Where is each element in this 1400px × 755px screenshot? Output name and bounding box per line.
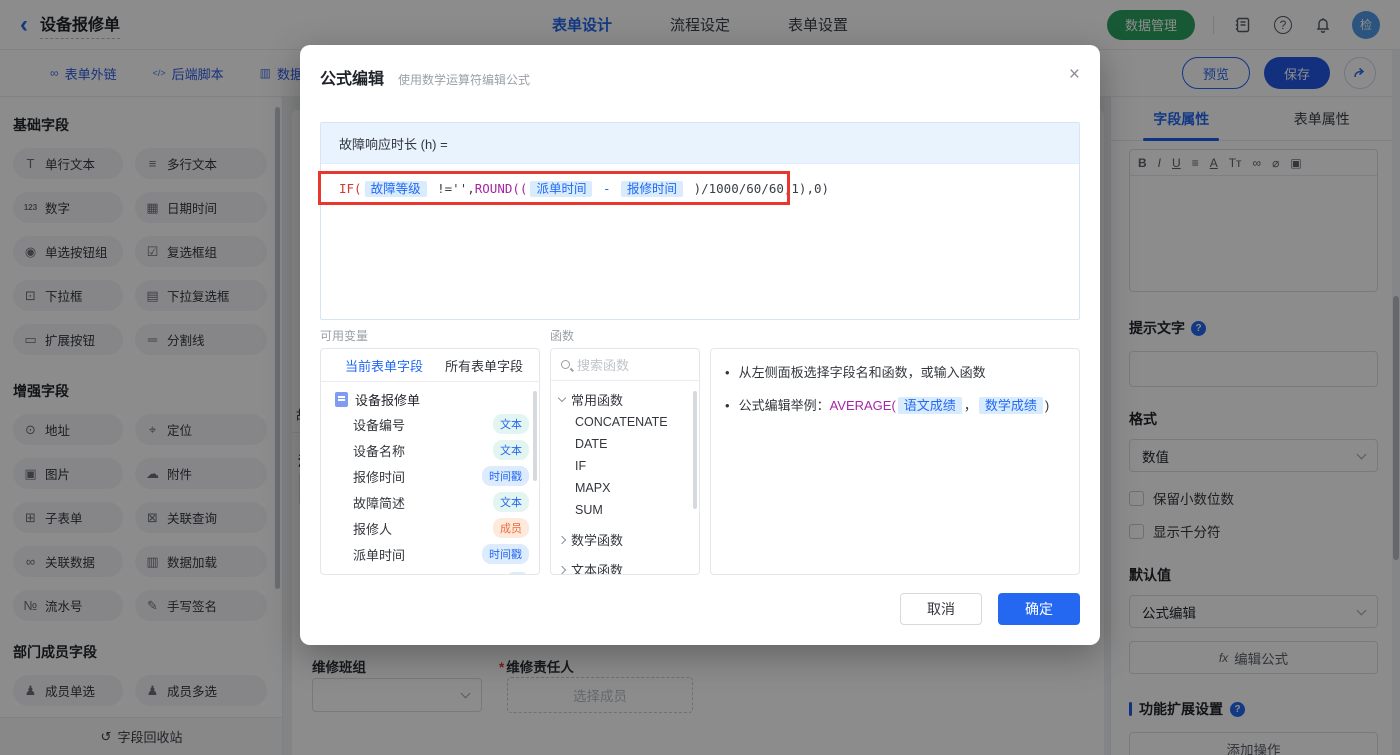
function-group-text[interactable]: 文本函数: [551, 551, 699, 574]
modal-title: 公式编辑: [320, 71, 385, 88]
function-group-common[interactable]: 常用函数: [551, 381, 699, 411]
formula-box: 故障响应时长 (h) = IF(故障等级 !='',ROUND((派单时间 - …: [320, 122, 1080, 320]
field-chip-fault-level: 故障等级: [364, 181, 427, 197]
functions-label: 函数: [550, 329, 575, 343]
variables-panel: 当前表单字段 所有表单字段 设备报修单 设备编号 文本 设备名称 文本 报修时间 时间…: [320, 348, 540, 575]
type-badge: [505, 572, 529, 574]
formula-text: !='',: [429, 181, 475, 196]
function-item[interactable]: MAPX: [551, 477, 699, 499]
form-doc-icon: [335, 392, 348, 407]
search-icon: [561, 360, 570, 369]
function-item[interactable]: DATE: [551, 433, 699, 455]
round-keyword: ROUND((: [474, 181, 528, 196]
modal-footer: 取消 确定: [900, 593, 1080, 625]
search-placeholder: 搜索函数: [577, 358, 630, 373]
type-badge: 时间戳: [482, 544, 529, 564]
help-panel: • 从左侧面板选择字段名和函数，或输入函数 • 公式编辑举例：AVERAGE(语…: [710, 348, 1080, 575]
type-badge: 文本: [493, 492, 529, 512]
function-search[interactable]: 搜索函数: [551, 349, 699, 381]
variables-tree-root[interactable]: 设备报修单: [321, 382, 539, 411]
function-group-math[interactable]: 数学函数: [551, 521, 699, 551]
field-chip-report-time: 报修时间: [621, 181, 684, 197]
variable-row[interactable]: 报修时间 时间戳: [321, 463, 539, 489]
cancel-button[interactable]: 取消: [900, 593, 982, 625]
functions-scrollbar[interactable]: [693, 391, 697, 509]
tab-current-form-fields[interactable]: 当前表单字段: [345, 356, 423, 375]
confirm-button[interactable]: 确定: [998, 593, 1080, 625]
type-badge: 文本: [493, 440, 529, 460]
variables-tabs: 当前表单字段 所有表单字段: [321, 349, 539, 382]
help-tip-2: • 公式编辑举例：AVERAGE(语文成绩，数学成绩): [725, 397, 1050, 414]
help-tip-1: • 从左侧面板选择字段名和函数，或输入函数: [725, 365, 986, 380]
minus-operator: -: [595, 181, 619, 196]
function-item[interactable]: SUM: [551, 499, 699, 521]
formula-editor-modal: 公式编辑 使用数学运算符编辑公式 × 故障响应时长 (h) = IF(故障等级 …: [300, 45, 1100, 645]
variable-row[interactable]: 故障简述 文本: [321, 489, 539, 515]
type-badge: 时间戳: [482, 466, 529, 486]
function-item[interactable]: IF: [551, 455, 699, 477]
variable-row[interactable]: 报修人 成员: [321, 515, 539, 541]
variables-label: 可用变量: [320, 329, 369, 343]
example-field-chip: 数学成绩: [978, 397, 1043, 414]
example-field-chip: 语文成绩: [897, 397, 962, 414]
formula-target-field: 故障响应时长 (h) =: [321, 123, 1079, 164]
variable-row[interactable]: 设备编号 文本: [321, 411, 539, 437]
chevron-right-icon: [557, 535, 567, 544]
variable-row[interactable]: 派单时间 时间戳: [321, 541, 539, 567]
close-icon[interactable]: ×: [1069, 65, 1080, 84]
formula-text: )/1000/60/60,1),0): [686, 181, 830, 196]
chevron-right-icon: [557, 565, 567, 574]
variables-scrollbar[interactable]: [533, 391, 537, 481]
formula-editor-area[interactable]: IF(故障等级 !='',ROUND((派单时间 - 报修时间 )/1000/6…: [321, 164, 1079, 211]
modal-subtitle: 使用数学运算符编辑公式: [398, 73, 531, 87]
type-badge: 成员: [493, 518, 529, 538]
variable-row-clipped[interactable]: [321, 567, 539, 574]
field-chip-dispatch-time: 派单时间: [530, 181, 593, 197]
tab-all-form-fields[interactable]: 所有表单字段: [445, 356, 523, 375]
modal-header: 公式编辑 使用数学运算符编辑公式 ×: [300, 45, 1100, 89]
functions-panel: 搜索函数 常用函数 CONCATENATE DATE IF MAPX SUM 数…: [550, 348, 700, 575]
if-keyword: IF(: [339, 181, 362, 196]
type-badge: 文本: [493, 414, 529, 434]
average-keyword: AVERAGE(: [829, 398, 896, 413]
chevron-down-icon: [557, 393, 567, 403]
function-item[interactable]: CONCATENATE: [551, 411, 699, 433]
variable-row[interactable]: 设备名称 文本: [321, 437, 539, 463]
